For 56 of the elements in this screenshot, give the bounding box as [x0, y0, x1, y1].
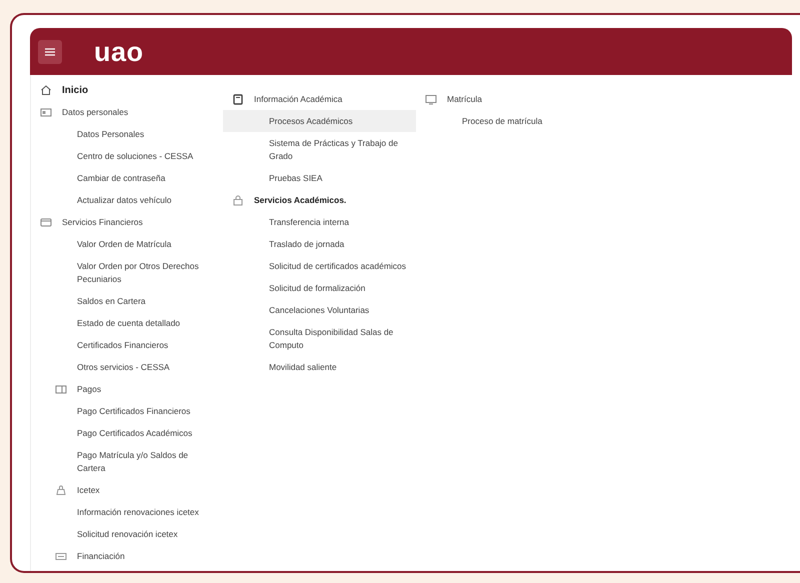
menu-link[interactable]: Pago Certificados Financieros [31, 400, 221, 422]
menu-link[interactable]: Pago Matrícula y/o Saldos de Cartera [31, 444, 221, 479]
menu-link[interactable]: Información renovaciones icetex [31, 501, 221, 523]
menu-section[interactable]: Icetex [31, 479, 221, 501]
menu-link[interactable]: Certificados Financieros [31, 334, 221, 356]
menu-link[interactable]: Estado de cuenta detallado [31, 312, 221, 334]
section-label: Servicios Académicos. [254, 194, 346, 206]
menu-link[interactable]: Centro de soluciones - CESSA [31, 145, 221, 167]
id-card-icon [40, 106, 52, 118]
menu-link[interactable]: Movilidad saliente [223, 356, 416, 378]
section-label: Datos personales [62, 106, 128, 118]
bag-icon [55, 484, 67, 496]
banknote-icon [55, 550, 67, 562]
menu-section[interactable]: Inicio [31, 79, 221, 101]
menu-icon [45, 48, 55, 56]
menu-link[interactable]: Proceso de matrícula [416, 110, 616, 132]
menu-link[interactable]: Solicitud de formalización [223, 277, 416, 299]
home-icon [40, 84, 52, 96]
book-icon [232, 93, 244, 105]
menu-button[interactable] [38, 40, 62, 64]
menu-section[interactable]: Datos personales [31, 101, 221, 123]
monitor-icon [425, 93, 437, 105]
menu-link[interactable]: Consulta Disponibilidad Salas de Computo [223, 321, 416, 356]
menu-link[interactable]: Cancelaciones Voluntarias [223, 299, 416, 321]
menu-link[interactable]: Valor Orden de Matrícula [31, 233, 221, 255]
menu-link[interactable]: Cambiar de contraseña [31, 167, 221, 189]
menu-section[interactable]: Pagos [31, 378, 221, 400]
menu-link[interactable]: Solicitud de certificados académicos [223, 255, 416, 277]
section-label: Icetex [77, 484, 100, 496]
section-label: Pagos [77, 382, 102, 396]
menu-link[interactable]: Traslado de jornada [223, 233, 416, 255]
menu-link[interactable]: Actualizar datos vehículo [31, 189, 221, 211]
menu-link[interactable]: Solicitud renovación icetex [31, 523, 221, 545]
menu-link[interactable]: Valor Orden por Otros Derechos Pecuniarios [31, 255, 221, 290]
menu-section[interactable]: Servicios Financieros [31, 211, 221, 233]
menu-link[interactable]: Sistema de Prácticas y Trabajo de Grado [223, 132, 416, 167]
menu-link[interactable]: Otros servicios - CESSA [31, 356, 221, 378]
section-label: Servicios Financieros [62, 216, 143, 228]
section-label: Financiación [77, 550, 125, 562]
menu-link[interactable]: Datos Personales [31, 123, 221, 145]
section-label: Inicio [62, 84, 88, 96]
section-label: Información Académica [254, 92, 342, 106]
menu-link[interactable]: Transferencia interna [223, 211, 416, 233]
wallet-icon [40, 216, 52, 228]
menu-link[interactable]: Pruebas SIEA [223, 167, 416, 189]
menu-section[interactable]: Matrícula [416, 88, 616, 110]
menu-section[interactable]: Información Académica [223, 88, 416, 110]
section-label: Matrícula [447, 92, 482, 106]
menu-section[interactable]: Servicios Académicos. [223, 189, 416, 211]
menu-link[interactable]: Saldos en Cartera [31, 290, 221, 312]
menu-section[interactable]: Financiación [31, 545, 221, 567]
logo: uao [94, 36, 144, 66]
menu-link[interactable]: Procesos Académicos [223, 110, 416, 132]
card-icon [55, 383, 67, 395]
lock-icon [232, 194, 244, 206]
menu-link[interactable]: Pago Certificados Académicos [31, 422, 221, 444]
